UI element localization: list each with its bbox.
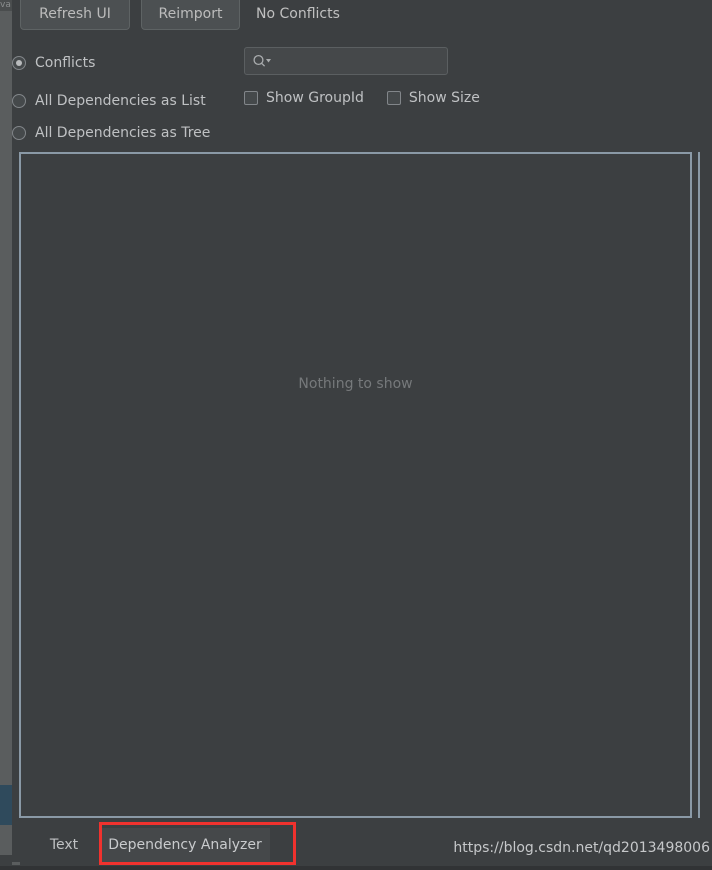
conflict-status-label: No Conflicts <box>256 6 340 22</box>
watermark-url: https://blog.csdn.net/qd2013498006 <box>453 840 710 856</box>
checkbox-show-size-label: Show Size <box>408 90 480 106</box>
gutter-corner-fragment-text: va <box>0 0 12 11</box>
radio-all-dependencies-as-tree[interactable]: All Dependencies as Tree <box>12 122 210 144</box>
checkbox-unchecked-icon <box>244 91 258 105</box>
radio-all-dependencies-as-tree-label: All Dependencies as Tree <box>35 125 211 141</box>
maven-projects-panel: Refresh UI Reimport No Conflicts Conflic… <box>12 0 712 870</box>
active-tab-underline <box>100 862 270 865</box>
view-options-group: Conflicts All Dependencies as List All D… <box>12 44 712 144</box>
dependency-analyzer-content-panel[interactable]: Nothing to show <box>19 152 692 818</box>
right-detail-panel[interactable] <box>698 152 712 818</box>
tab-bar-left-nub <box>12 862 20 865</box>
checkbox-unchecked-icon <box>386 91 401 105</box>
left-gutter-strip: va <box>0 0 12 870</box>
search-icon <box>253 54 271 67</box>
tab-dependency-analyzer[interactable]: Dependency Analyzer <box>100 828 270 862</box>
reimport-button[interactable]: Reimport <box>141 0 240 30</box>
radio-unselected-icon <box>12 126 26 140</box>
radio-conflicts-label: Conflicts <box>35 55 96 71</box>
toolbar: Refresh UI Reimport No Conflicts <box>12 0 712 38</box>
empty-state-message: Nothing to show <box>298 376 413 392</box>
display-options-checkboxes: Show GroupId Show Size <box>244 90 480 106</box>
tab-text[interactable]: Text <box>34 828 94 862</box>
refresh-ui-button[interactable]: Refresh UI <box>20 0 130 30</box>
radio-all-dependencies-as-list[interactable]: All Dependencies as List <box>12 90 206 112</box>
chevron-down-icon <box>266 59 271 63</box>
search-input[interactable] <box>244 47 448 75</box>
checkbox-show-size[interactable]: Show Size <box>386 90 480 106</box>
radio-unselected-icon <box>12 94 26 108</box>
window-bottom-edge <box>0 866 712 870</box>
radio-conflicts[interactable]: Conflicts <box>12 52 95 74</box>
checkbox-show-groupid[interactable]: Show GroupId <box>244 90 364 106</box>
radio-selected-icon <box>12 56 26 70</box>
radio-all-dependencies-as-list-label: All Dependencies as List <box>35 93 206 109</box>
checkbox-show-groupid-label: Show GroupId <box>266 90 364 106</box>
gutter-scrollbar-thumb[interactable] <box>0 785 12 825</box>
